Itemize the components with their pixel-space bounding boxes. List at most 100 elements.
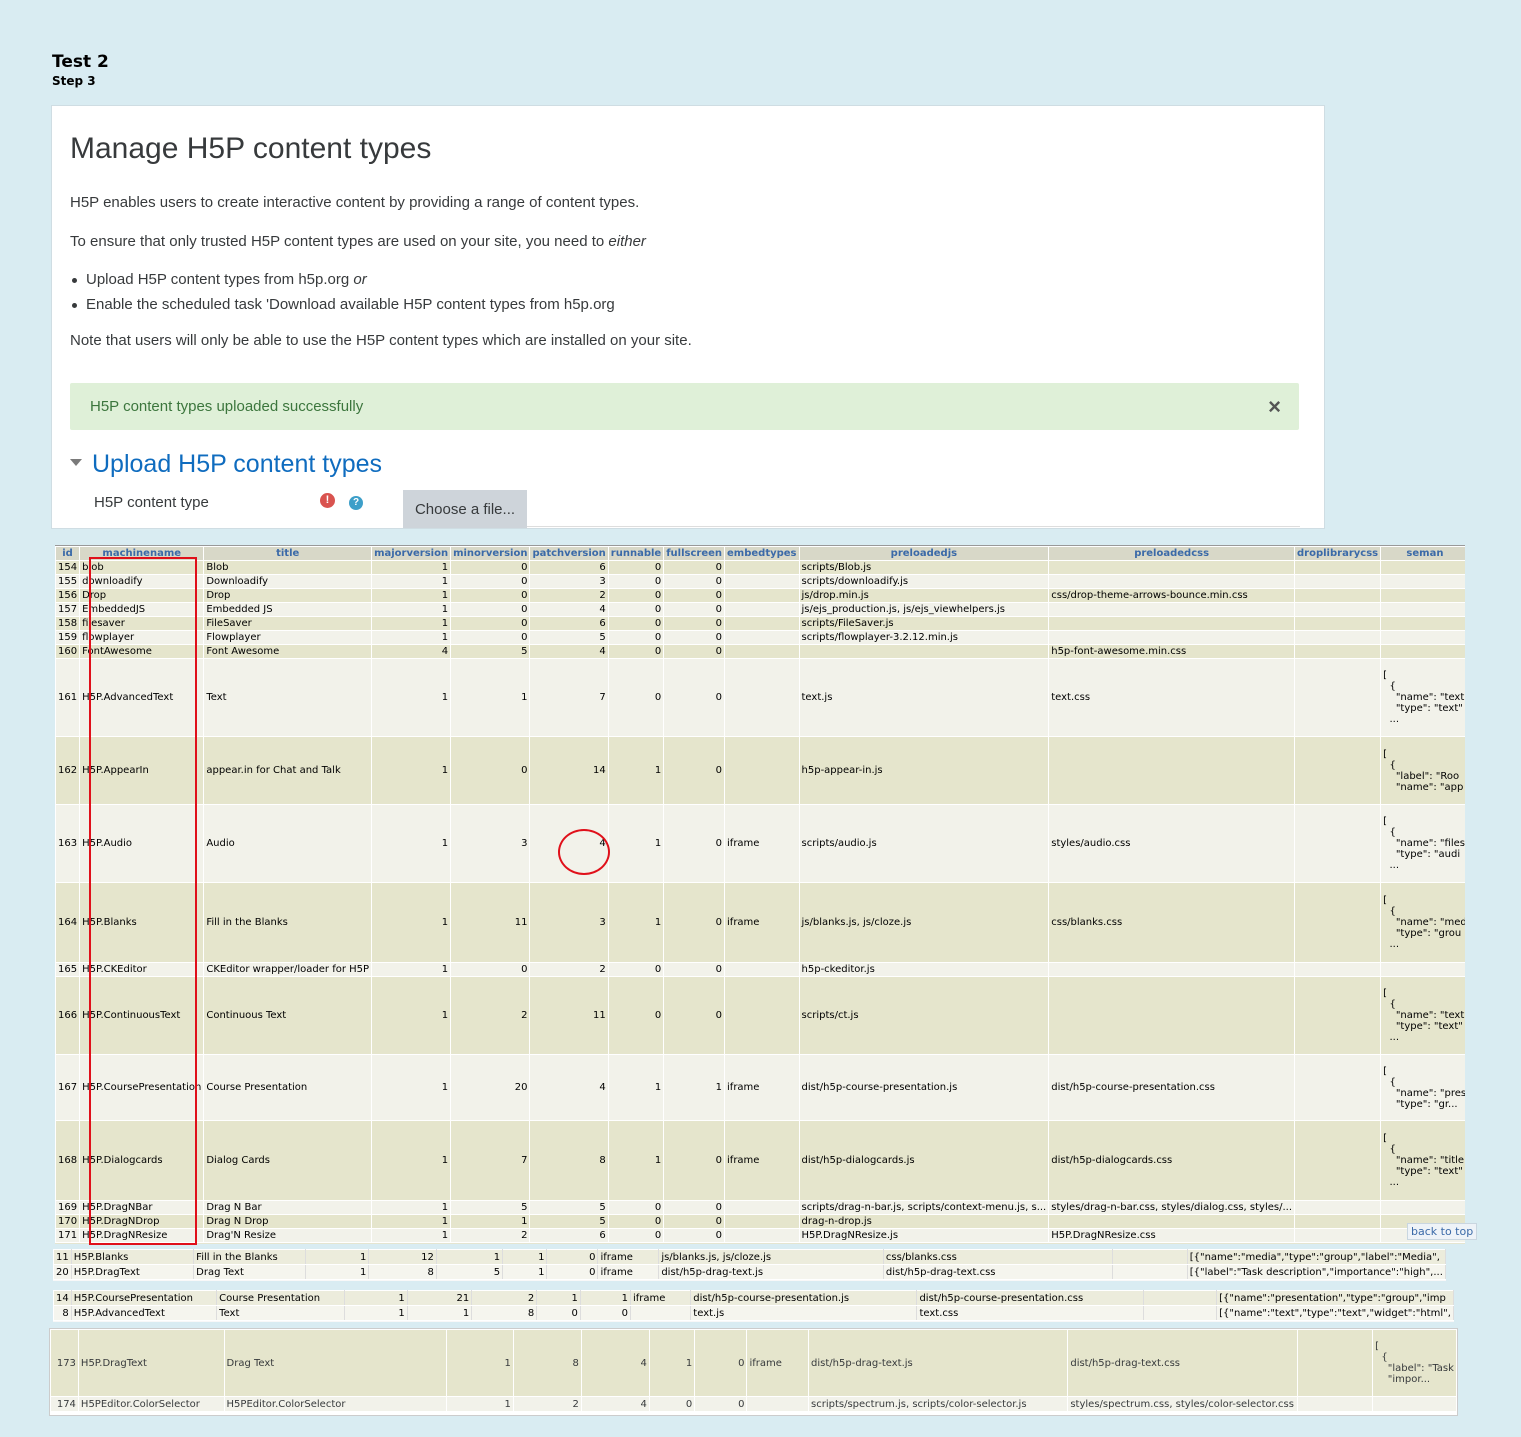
cell-id: 165 xyxy=(55,962,81,977)
cell-majorversion: 1 xyxy=(371,1054,452,1121)
cell-patchversion: 7 xyxy=(529,658,609,737)
cell-minorversion: 7 xyxy=(450,1120,531,1201)
column-header-droplibrarycss[interactable]: droplibrarycss xyxy=(1294,546,1382,561)
table-row: 159 flowplayer Flowplayer 1 0 5 0 0 scripts/flow… xyxy=(55,630,1465,645)
ensure-em: either xyxy=(608,233,646,250)
cell-droplibrarycss xyxy=(1297,1329,1374,1397)
table-row: 174 H5PEditor.ColorSelector H5PEditor.Colo… xyxy=(50,1396,1457,1412)
cell-id: 155 xyxy=(55,574,81,589)
cell-preloadedjs: scripts/Blob.js xyxy=(798,560,1050,575)
column-header-majorversion[interactable]: majorversion xyxy=(371,546,452,561)
cell-machinename: H5P.DragNDrop xyxy=(79,1214,205,1229)
cell-minorversion: 2 xyxy=(450,1228,531,1243)
cell-preloadedjs: h5p-ckeditor.js xyxy=(798,962,1050,977)
column-header-title[interactable]: title xyxy=(203,546,373,561)
cell-id: 171 xyxy=(55,1228,81,1243)
column-header-seman[interactable]: seman xyxy=(1380,546,1465,561)
cell-id: 158 xyxy=(55,616,81,631)
cell-preloadedjs: h5p-appear-in.js xyxy=(798,736,1050,805)
cell-title: Dialog Cards xyxy=(203,1120,373,1201)
column-header-embedtypes[interactable]: embedtypes xyxy=(724,546,800,561)
cell-machinename: H5PEditor.ColorSelector xyxy=(77,1396,225,1412)
cell-machinename: H5P.Blanks xyxy=(79,882,205,963)
cell-embedtypes xyxy=(724,616,800,631)
cell-majorversion: 1 xyxy=(371,976,452,1055)
ensure-prefix: To ensure that only trusted H5P content … xyxy=(70,233,609,250)
cell-runnable: 1 xyxy=(536,1290,581,1306)
cell-title: Course Presentation xyxy=(203,1054,373,1121)
cell-fullscreen: 0 xyxy=(694,1396,748,1412)
cell-embedtypes xyxy=(724,1200,800,1215)
cell-runnable: 0 xyxy=(607,1228,665,1243)
table-row: 167 H5P.CoursePresentation Course Presenta… xyxy=(55,1054,1465,1121)
cell-title: Continuous Text xyxy=(203,976,373,1055)
cell-preloadedjs: text.js xyxy=(798,658,1050,737)
cell-title: Drag N Drop xyxy=(203,1214,373,1229)
cell-id: 156 xyxy=(55,588,81,603)
column-header-fullscreen[interactable]: fullscreen xyxy=(663,546,726,561)
cell-preloadedcss: H5P.DragNResize.css xyxy=(1048,1228,1296,1243)
cell-minorversion: 8 xyxy=(368,1264,437,1280)
cell-minorversion: 8 xyxy=(512,1329,582,1397)
success-alert: H5P content types uploaded successfully … xyxy=(70,383,1299,430)
cell-runnable: 0 xyxy=(536,1305,581,1321)
cell-runnable: 0 xyxy=(607,616,665,631)
help-icon[interactable]: ? xyxy=(349,496,363,510)
cell-machinename: H5P.Blanks xyxy=(70,1249,195,1265)
cell-patchversion: 5 xyxy=(435,1264,504,1280)
cell-minorversion: 0 xyxy=(450,962,531,977)
table-row: 20 H5P.DragText Drag Text 1 8 5 1 0 iframe dist/h… xyxy=(53,1264,1446,1280)
column-header-patchversion[interactable]: patchversion xyxy=(529,546,609,561)
cell-embedtypes: iframe xyxy=(746,1329,810,1397)
cell-patchversion: 2 xyxy=(529,588,609,603)
cell-machinename: filesaver xyxy=(79,616,205,631)
cell-patchversion: 2 xyxy=(529,962,609,977)
cell-droplibrarycss xyxy=(1294,574,1382,589)
cell-title: Drag Text xyxy=(193,1264,306,1280)
cell-embedtypes xyxy=(724,976,800,1055)
upload-section-title: Upload H5P content types xyxy=(92,450,383,478)
cell-majorversion: 1 xyxy=(371,588,452,603)
column-header-id[interactable]: id xyxy=(55,546,81,561)
close-icon[interactable]: × xyxy=(1268,394,1281,420)
upload-section-toggle[interactable]: Upload H5P content types xyxy=(70,450,382,479)
cell-preloadedcss xyxy=(1048,602,1296,617)
cell-seman: [ { "name": "files "type": "audi ... xyxy=(1380,804,1465,883)
cell-fullscreen: 0 xyxy=(694,1329,748,1397)
column-header-minorversion[interactable]: minorversion xyxy=(450,546,531,561)
cell-majorversion: 1 xyxy=(304,1249,370,1265)
cell-patchversion: 6 xyxy=(529,560,609,575)
column-header-machinename[interactable]: machinename xyxy=(79,546,205,561)
cell-id: 162 xyxy=(55,736,81,805)
cell-id: 170 xyxy=(55,1214,81,1229)
cell-fullscreen: 0 xyxy=(663,602,726,617)
back-to-top-link[interactable]: back to top xyxy=(1407,1223,1478,1240)
cell-embedtypes: iframe xyxy=(724,1054,800,1121)
cell-machinename: H5P.Dialogcards xyxy=(79,1120,205,1201)
column-header-preloadedjs[interactable]: preloadedjs xyxy=(798,546,1050,561)
file-drop-area[interactable] xyxy=(527,526,1300,527)
table-row: 154 blob Blob 1 0 6 0 0 scripts/Blob.js xyxy=(55,560,1465,575)
note-text: Note that users will only be able to use… xyxy=(70,332,692,349)
cell-embedtypes xyxy=(724,560,800,575)
cell-minorversion: 11 xyxy=(450,882,531,963)
cell-preloadedjs: dist/h5p-dialogcards.js xyxy=(798,1120,1050,1201)
cell-title: Downloadify xyxy=(203,574,373,589)
cell-id: 14 xyxy=(53,1290,72,1306)
cell-runnable: 0 xyxy=(607,1214,665,1229)
cell-embedtypes xyxy=(724,630,800,645)
column-header-preloadedcss[interactable]: preloadedcss xyxy=(1048,546,1296,561)
cell-preloadedjs: scripts/flowplayer-3.2.12.min.js xyxy=(798,630,1050,645)
cell-machinename: H5P.CKEditor xyxy=(79,962,205,977)
cell-droplibrarycss xyxy=(1112,1264,1188,1280)
cell-droplibrarycss xyxy=(1294,962,1382,977)
choose-file-button[interactable]: Choose a file... xyxy=(403,490,527,528)
cell-runnable: 1 xyxy=(607,882,665,963)
cell-runnable: 0 xyxy=(607,602,665,617)
column-header-runnable[interactable]: runnable xyxy=(607,546,665,561)
cell-preloadedcss xyxy=(1048,962,1296,977)
cell-droplibrarycss xyxy=(1294,644,1382,659)
result-strip-1: 11 H5P.Blanks Fill in the Blanks 1 12 1 1 0 ifra… xyxy=(53,1249,1446,1281)
cell-runnable: 0 xyxy=(607,574,665,589)
cell-droplibrarycss xyxy=(1294,630,1382,645)
